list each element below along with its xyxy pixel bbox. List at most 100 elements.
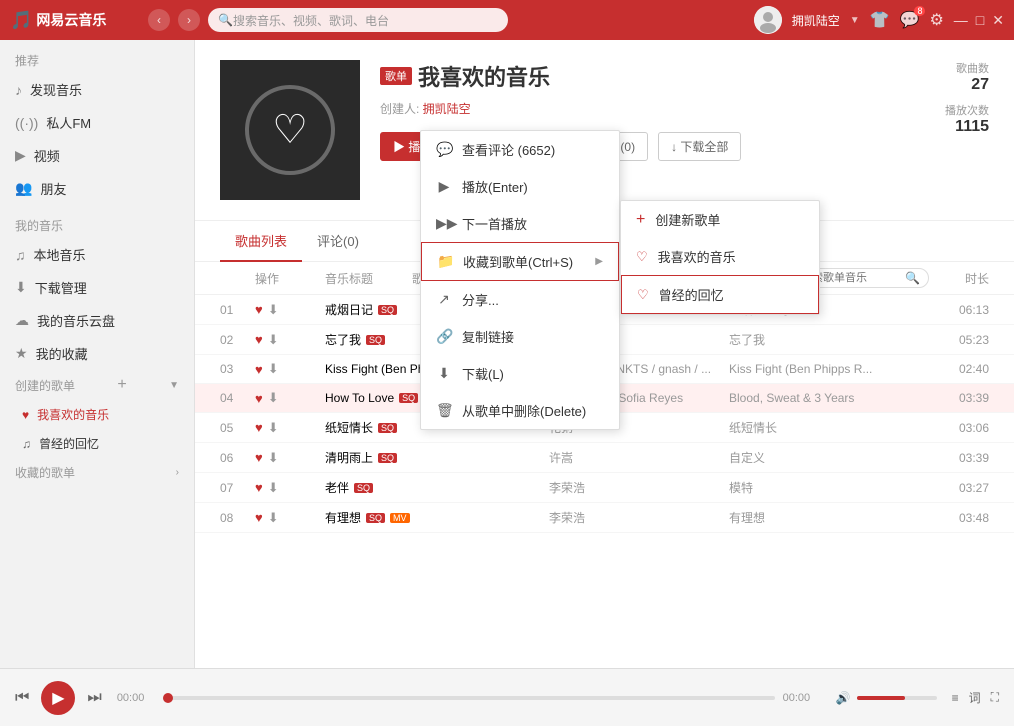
forward-button[interactable]: › [178, 9, 200, 31]
friends-icon: 👥 [15, 180, 32, 197]
song-album[interactable]: Blood, Sweat & 3 Years [729, 391, 929, 405]
heart-icon[interactable]: ♥ [255, 510, 263, 525]
ctx-save[interactable]: 📁 收藏到歌单(Ctrl+S) ▶ [421, 242, 619, 281]
cloud-icon: ☁ [15, 312, 29, 329]
window-controls: — □ ✕ [954, 12, 1004, 29]
song-num: 05 [220, 421, 255, 435]
heart-icon[interactable]: ♥ [255, 332, 263, 347]
song-artist[interactable]: 李荣浩 [549, 479, 729, 496]
heart-icon[interactable]: ♥ [255, 450, 263, 465]
song-row[interactable]: 08 ♥ ⬇ 有理想 SQ MV 李荣浩 有理想 03:48 [195, 503, 1014, 533]
heart-icon[interactable]: ♥ [255, 480, 263, 495]
ctx-play-label: 播放(Enter) [462, 177, 528, 196]
sidebar-item-fm[interactable]: ((·)) 私人FM [0, 106, 194, 139]
sidebar-item-collect[interactable]: ★ 我的收藏 [0, 337, 194, 370]
star-icon: ★ [15, 345, 28, 362]
sidebar-item-memories[interactable]: ♫ 曾经的回忆 [0, 429, 194, 458]
download-song-icon[interactable]: ⬇ [268, 332, 279, 348]
sidebar-item-friends[interactable]: 👥 朋友 [0, 172, 194, 205]
prev-button[interactable]: ⏮ [15, 689, 29, 707]
sidebar-item-download[interactable]: ⬇ 下载管理 [0, 271, 194, 304]
download-icon: ⬇ [15, 279, 27, 296]
ctx-download[interactable]: ⬇ 下载(L) [421, 355, 619, 392]
close-button[interactable]: ✕ [992, 12, 1004, 29]
fullscreen-icon[interactable]: ⛶ [991, 690, 999, 705]
song-artist[interactable]: 李荣浩 [549, 509, 729, 526]
settings-icon[interactable]: ⚙ [929, 10, 943, 30]
download-song-icon[interactable]: ⬇ [268, 450, 279, 466]
sidebar-item-discover[interactable]: ♪ 发现音乐 [0, 73, 194, 106]
heart-icon[interactable]: ♥ [255, 420, 263, 435]
song-artist[interactable]: 许嵩 [549, 449, 729, 466]
heart-icon[interactable]: ♥ [255, 391, 263, 406]
sidebar-item-label: 我的音乐云盘 [37, 311, 115, 330]
heart-icon[interactable]: ♥ [255, 302, 263, 317]
song-row[interactable]: 07 ♥ ⬇ 老伴 SQ 李荣浩 模特 03:27 [195, 473, 1014, 503]
sub-memories[interactable]: ♡ 曾经的回忆 [621, 275, 819, 314]
next-button[interactable]: ⏭ [87, 689, 101, 707]
heart-shape: ♡ [272, 107, 308, 153]
album-art: ♡ [220, 60, 360, 200]
song-num: 03 [220, 362, 255, 376]
song-album[interactable]: 模特 [729, 479, 929, 496]
song-name: 有理想 [325, 509, 361, 526]
creator-name: 拥凯陆空 [423, 102, 471, 116]
app-name: 网易云音乐 [36, 10, 106, 30]
heart-icon[interactable]: ♥ [255, 362, 263, 377]
lyrics-icon[interactable]: 词 [969, 689, 981, 706]
ctx-comment[interactable]: 💬 查看评论 (6652) [421, 131, 619, 168]
search-bar[interactable]: 🔍 搜索音乐、视频、歌词、电台 [208, 8, 508, 32]
maximize-button[interactable]: □ [976, 12, 984, 29]
tab-comments[interactable]: 评论(0) [302, 221, 374, 262]
sub-new-playlist[interactable]: + 创建新歌单 [621, 201, 819, 238]
sidebar-item-my-music[interactable]: ♥ 我喜欢的音乐 [0, 400, 194, 429]
avatar[interactable] [754, 6, 782, 34]
download-song-icon[interactable]: ⬇ [268, 480, 279, 496]
song-ops: ♥ ⬇ [255, 480, 325, 496]
download-song-icon[interactable]: ⬇ [268, 510, 279, 526]
sub-my-music[interactable]: ♡ 我喜欢的音乐 [621, 238, 819, 275]
song-ops: ♥ ⬇ [255, 450, 325, 466]
song-album[interactable]: 忘了我 [729, 331, 929, 348]
back-button[interactable]: ‹ [148, 9, 170, 31]
logo-icon: 🎵 [10, 10, 32, 31]
song-name: 清明雨上 [325, 449, 373, 466]
add-playlist-button[interactable]: + [117, 376, 126, 394]
album-art-inner: ♡ [245, 85, 335, 175]
sidebar-item-video[interactable]: ▶ 视频 [0, 139, 194, 172]
download-song-icon[interactable]: ⬇ [268, 390, 279, 406]
search-placeholder: 搜索音乐、视频、歌词、电台 [233, 12, 389, 29]
song-num: 08 [220, 511, 255, 525]
download-song-icon[interactable]: ⬇ [268, 420, 279, 436]
messages-icon[interactable]: 💬 8 [900, 10, 920, 30]
sidebar-item-cloud[interactable]: ☁ 我的音乐云盘 [0, 304, 194, 337]
heart-icon: ♥ [22, 408, 29, 422]
wardrobe-icon[interactable]: 👕 [870, 10, 890, 30]
sidebar-item-local[interactable]: ♫ 本地音乐 [0, 238, 194, 271]
song-duration: 03:39 [929, 451, 989, 465]
song-album[interactable]: 自定义 [729, 449, 929, 466]
minimize-button[interactable]: — [954, 12, 968, 29]
ctx-copy[interactable]: 🔗 复制链接 [421, 318, 619, 355]
tab-songs[interactable]: 歌曲列表 [220, 221, 302, 262]
comment-icon: 💬 [436, 141, 452, 158]
song-album[interactable]: 有理想 [729, 509, 929, 526]
sq-badge: SQ [354, 483, 373, 493]
download-song-icon[interactable]: ⬇ [268, 302, 279, 318]
download-all-button[interactable]: ↓ 下载全部 [658, 132, 741, 161]
volume-bar[interactable] [857, 696, 937, 700]
context-menu: 💬 查看评论 (6652) ▶ 播放(Enter) ▶▶ 下一首播放 📁 收藏到… [420, 130, 620, 430]
ctx-play[interactable]: ▶ 播放(Enter) [421, 168, 619, 205]
ctx-next[interactable]: ▶▶ 下一首播放 [421, 205, 619, 242]
song-name: How To Love [325, 391, 394, 405]
song-album[interactable]: 纸短情长 [729, 419, 929, 436]
song-row[interactable]: 06 ♥ ⬇ 清明雨上 SQ 许嵩 自定义 03:39 [195, 443, 1014, 473]
ctx-delete[interactable]: 🗑 从歌单中删除(Delete) [421, 392, 619, 429]
playlist-icon-player[interactable]: ≡ [952, 691, 959, 705]
progress-bar[interactable] [163, 696, 775, 700]
collected-label: 收藏的歌单 [15, 464, 75, 481]
play-button[interactable]: ▶ [41, 681, 75, 715]
ctx-share[interactable]: ↗ 分享... [421, 281, 619, 318]
download-song-icon[interactable]: ⬇ [268, 361, 279, 377]
song-album[interactable]: Kiss Fight (Ben Phipps R... [729, 362, 929, 376]
